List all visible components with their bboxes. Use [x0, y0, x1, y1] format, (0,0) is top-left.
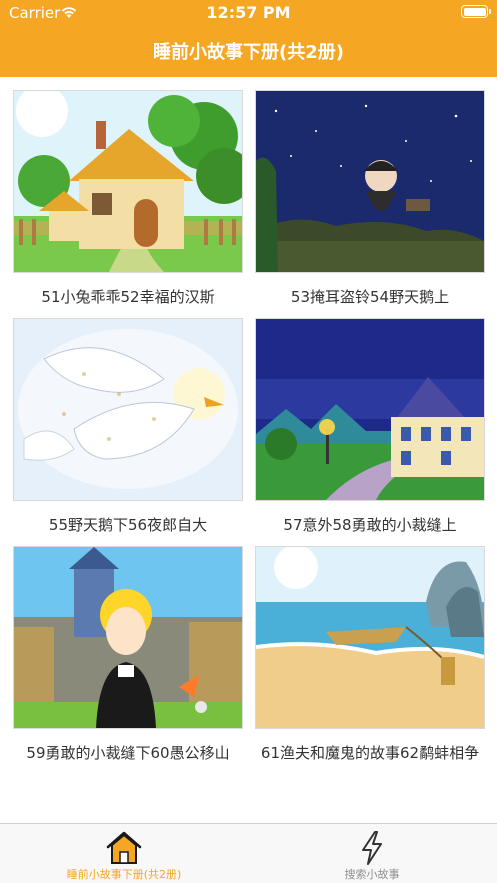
tailor-illustration	[14, 547, 242, 728]
story-title[interactable]: 59勇敢的小裁缝下60愚公移山	[13, 743, 243, 763]
story-title[interactable]: 53掩耳盗铃54野天鹅上	[255, 287, 485, 307]
story-card-55-56[interactable]: 55野天鹅下56夜郎自大	[13, 318, 243, 535]
battery-icon	[461, 5, 491, 18]
tab-home[interactable]: 睡前小故事下册(共2册)	[0, 824, 248, 883]
clock: 12:57 PM	[206, 3, 291, 22]
story-title[interactable]: 61渔夫和魔鬼的故事62鹬蚌相争渔翁得利	[255, 743, 485, 763]
story-title[interactable]: 57意外58勇敢的小裁缝上	[255, 515, 485, 535]
night-thief-illustration	[256, 91, 484, 272]
story-card-51-52[interactable]: 51小兔乖乖52幸福的汉斯	[13, 90, 243, 307]
tab-label-search: 搜索小故事	[344, 868, 400, 881]
lightning-icon	[362, 831, 382, 865]
home-icon	[106, 831, 142, 864]
story-card-53-54[interactable]: 53掩耳盗铃54野天鹅上	[255, 90, 485, 307]
story-card-57-58[interactable]: 57意外58勇敢的小裁缝上	[255, 318, 485, 535]
navigation-header: Carrier 12:57 PM 睡前小故事下册(共2册)	[0, 0, 497, 77]
village-night-illustration	[256, 319, 484, 500]
story-thumbnail[interactable]	[13, 318, 243, 501]
beach-illustration	[256, 547, 484, 728]
tab-label-home: 睡前小故事下册(共2册)	[66, 868, 182, 881]
story-thumbnail[interactable]	[13, 90, 243, 273]
story-thumbnail[interactable]	[13, 546, 243, 729]
swan-illustration	[14, 319, 242, 500]
tab-search[interactable]: 搜索小故事	[248, 824, 496, 883]
story-card-59-60[interactable]: 59勇敢的小裁缝下60愚公移山	[13, 546, 243, 763]
story-title[interactable]: 51小兔乖乖52幸福的汉斯	[13, 287, 243, 307]
story-card-61-62[interactable]: 61渔夫和魔鬼的故事62鹬蚌相争渔翁得利	[255, 546, 485, 763]
cottage-illustration	[14, 91, 242, 272]
page-title: 睡前小故事下册(共2册)	[153, 42, 344, 63]
tab-bar: 睡前小故事下册(共2册) 搜索小故事	[0, 823, 497, 883]
story-thumbnail[interactable]	[255, 318, 485, 501]
story-thumbnail[interactable]	[255, 546, 485, 729]
story-thumbnail[interactable]	[255, 90, 485, 273]
status-bar: Carrier 12:57 PM	[0, 0, 497, 26]
story-grid: 51小兔乖乖52幸福的汉斯 53掩耳盗铃54野天鹅上 55野天鹅下56夜郎自大 …	[0, 77, 497, 823]
story-title[interactable]: 55野天鹅下56夜郎自大	[13, 515, 243, 535]
